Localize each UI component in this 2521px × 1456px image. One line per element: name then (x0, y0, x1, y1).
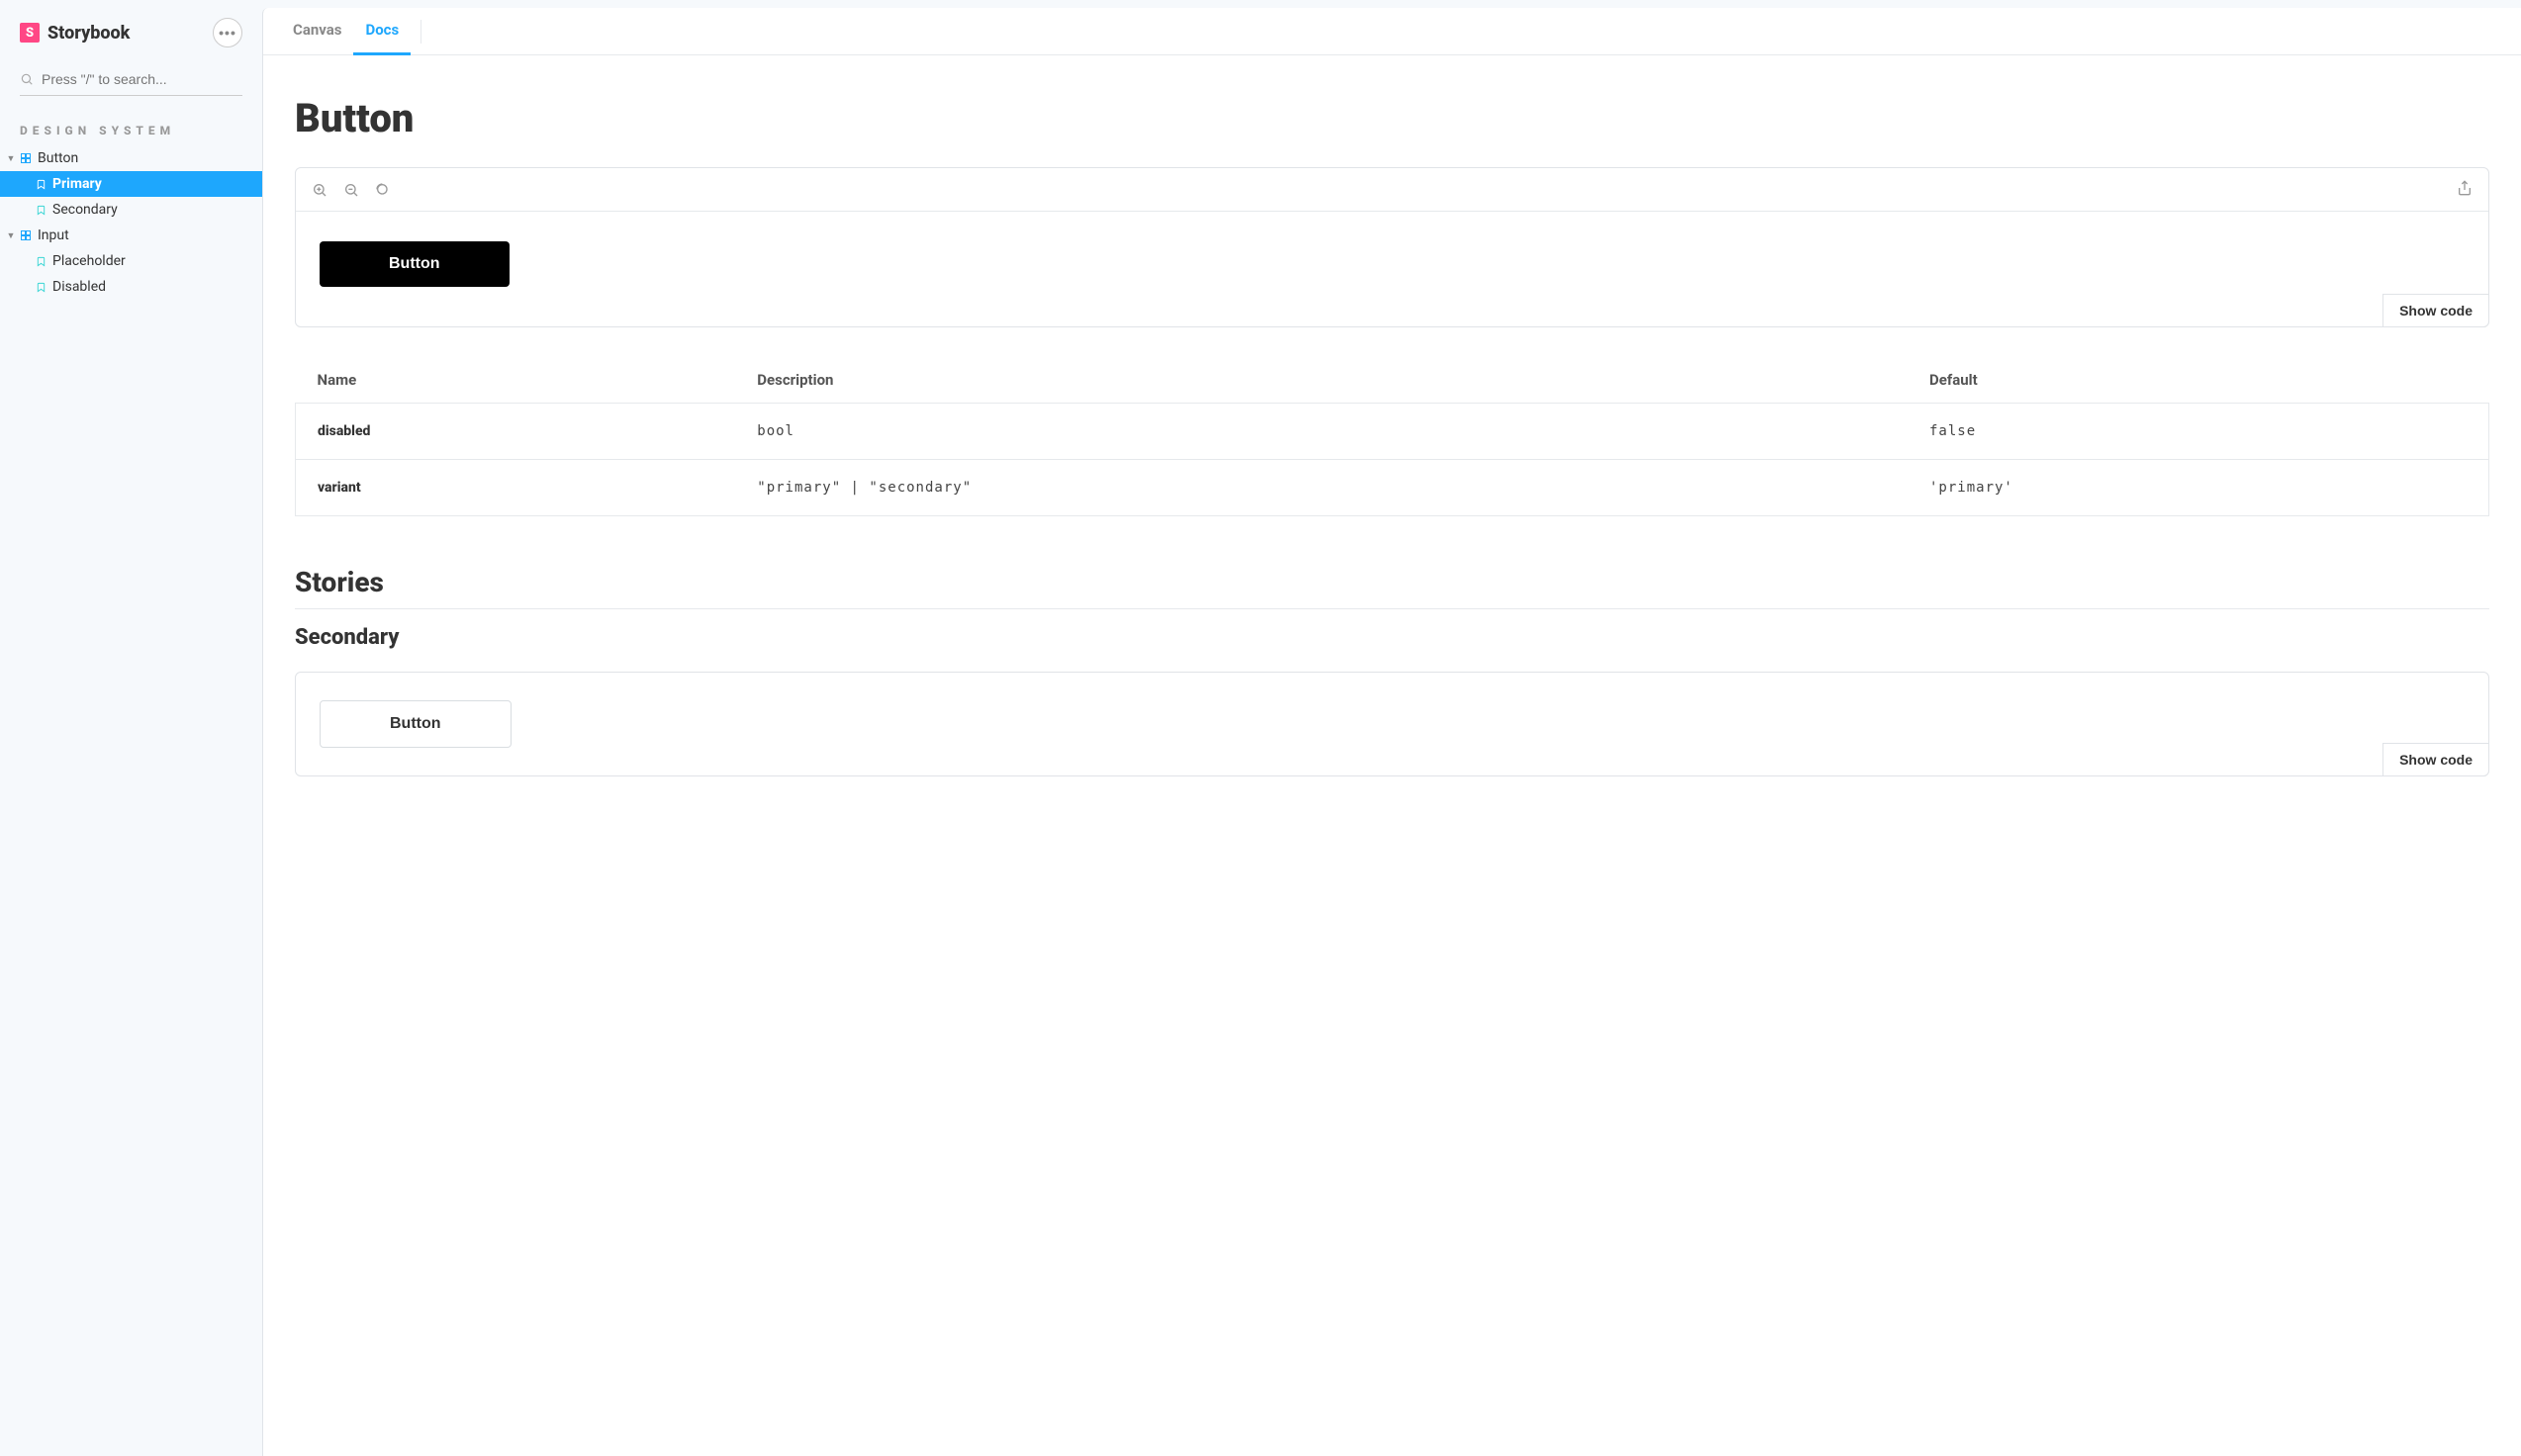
props-table: Name Description Default disabled bool f… (295, 357, 2489, 516)
col-header-name: Name (296, 357, 736, 404)
preview-block-secondary: Button Show code (295, 672, 2489, 776)
story-secondary-heading: Secondary (295, 625, 2489, 650)
search-input[interactable] (20, 65, 242, 96)
prop-name-cell: variant (296, 460, 736, 516)
sidebar-item-label: Input (38, 228, 69, 243)
caret-down-icon: ▼ (6, 230, 16, 241)
zoom-in-icon[interactable] (312, 182, 327, 198)
table-row: variant "primary" | "secondary" 'primary… (296, 460, 2489, 516)
stories-heading: Stories (295, 566, 2489, 609)
preview-block-primary: Button Show code (295, 167, 2489, 327)
bookmark-icon (36, 256, 47, 267)
caret-down-icon: ▼ (6, 153, 16, 164)
col-header-default: Default (1908, 357, 2489, 404)
sidebar-tree: ▼ Button Primary Secondary ▼ Input (0, 145, 262, 300)
docs-content: Button (263, 55, 2521, 846)
bookmark-icon (36, 179, 47, 190)
main-panel: Canvas Docs Button (262, 8, 2521, 1456)
preview-button-secondary[interactable]: Button (320, 700, 512, 748)
tabs: Canvas Docs (263, 8, 2521, 55)
brand: S Storybook (20, 23, 130, 44)
zoom-reset-icon[interactable] (375, 182, 391, 198)
col-header-description: Description (735, 357, 1908, 404)
sidebar-header: S Storybook ••• (0, 18, 262, 65)
sidebar: S Storybook ••• Design System ▼ Button (0, 0, 262, 1456)
tab-divider (420, 20, 421, 44)
bookmark-icon (36, 205, 47, 216)
component-icon (20, 152, 32, 164)
tab-docs[interactable]: Docs (353, 8, 411, 55)
sidebar-item-input[interactable]: ▼ Input (0, 223, 262, 248)
sidebar-item-label: Button (38, 150, 78, 166)
table-row: disabled bool false (296, 404, 2489, 460)
prop-default-cell: 'primary' (1929, 480, 2013, 496)
show-code-button[interactable]: Show code (2382, 743, 2489, 776)
prop-name-cell: disabled (296, 404, 736, 460)
brand-title: Storybook (47, 23, 130, 44)
sidebar-item-label: Primary (52, 176, 102, 192)
show-code-button[interactable]: Show code (2382, 294, 2489, 327)
prop-default-cell: false (1929, 423, 1976, 439)
zoom-out-icon[interactable] (343, 182, 359, 198)
preview-canvas: Button (296, 212, 2488, 326)
preview-button-primary[interactable]: Button (320, 241, 510, 287)
ellipsis-icon: ••• (219, 25, 236, 41)
search-container (0, 65, 262, 106)
tab-canvas[interactable]: Canvas (281, 8, 353, 55)
bookmark-icon (36, 282, 47, 293)
prop-desc-cell: bool (757, 423, 794, 439)
component-icon (20, 229, 32, 241)
sidebar-item-button[interactable]: ▼ Button (0, 145, 262, 171)
page-title: Button (295, 95, 2489, 141)
preview-toolbar (296, 168, 2488, 212)
menu-button[interactable]: ••• (213, 18, 242, 47)
sidebar-item-label: Placeholder (52, 253, 126, 269)
open-external-icon[interactable] (2457, 180, 2473, 196)
sidebar-item-secondary[interactable]: Secondary (0, 197, 262, 223)
sidebar-item-placeholder[interactable]: Placeholder (0, 248, 262, 274)
prop-desc-cell: "primary" | "secondary" (757, 480, 972, 496)
preview-canvas: Button (296, 673, 2488, 775)
sidebar-item-primary[interactable]: Primary (0, 171, 262, 197)
section-heading: Design System (0, 106, 262, 145)
storybook-logo-icon: S (20, 23, 40, 43)
sidebar-item-label: Secondary (52, 202, 118, 218)
sidebar-item-label: Disabled (52, 279, 106, 295)
sidebar-item-disabled[interactable]: Disabled (0, 274, 262, 300)
